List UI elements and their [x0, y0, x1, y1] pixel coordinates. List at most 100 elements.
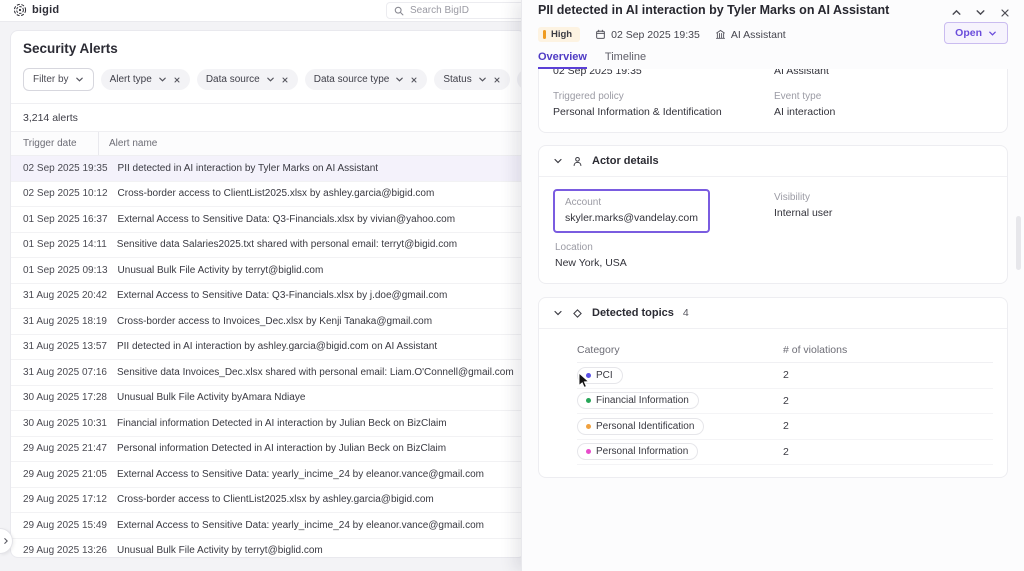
topic-row[interactable]: Personal Identification 2	[577, 414, 993, 440]
data-source: AI Assistant	[715, 29, 786, 41]
cell-trigger-date: 02 Sep 2025 10:12	[11, 188, 108, 199]
alert-row[interactable]: 29 Aug 2025 17:12Cross-border access to …	[11, 488, 525, 514]
alerts-count: 3,214 alerts	[11, 104, 525, 131]
cell-trigger-date: 01 Sep 2025 09:13	[11, 265, 108, 276]
chevron-down-icon[interactable]	[158, 75, 167, 84]
cell-trigger-date: 01 Sep 2025 14:11	[11, 239, 107, 250]
cell-alert-name: Cross-border access to ClientList2025.xl…	[107, 494, 525, 505]
cell-alert-name: External Access to Sensitive Data: yearl…	[107, 469, 525, 480]
cell-alert-name: External Access to Sensitive Data: Q3-Fi…	[107, 290, 525, 301]
cell-trigger-date: 30 Aug 2025 10:31	[11, 418, 107, 429]
chevron-right-icon	[2, 537, 10, 545]
alert-row[interactable]: 29 Aug 2025 15:49External Access to Sens…	[11, 513, 525, 539]
topics-table-header: Category # of violations	[577, 338, 993, 363]
alert-row[interactable]: 02 Sep 2025 19:35PII detected in AI inte…	[11, 156, 525, 182]
next-alert-button[interactable]	[973, 5, 988, 20]
filter-chip-alert-type[interactable]: Alert type	[101, 69, 190, 90]
alert-row[interactable]: 30 Aug 2025 10:31Financial information D…	[11, 411, 525, 437]
cell-alert-name: PII detected in AI interaction by Tyler …	[108, 163, 525, 174]
topic-row[interactable]: Financial Information 2	[577, 389, 993, 415]
cell-trigger-date: 29 Aug 2025 21:05	[11, 469, 107, 480]
alerts-table: 02 Sep 2025 19:35PII detected in AI inte…	[11, 156, 525, 558]
account-highlight-box: Account skyler.marks@vandelay.com	[553, 189, 710, 233]
alert-row[interactable]: 31 Aug 2025 20:42External Access to Sens…	[11, 284, 525, 310]
alert-row[interactable]: 01 Sep 2025 09:13Unusual Bulk File Activ…	[11, 258, 525, 284]
close-icon[interactable]	[997, 5, 1012, 20]
close-icon[interactable]	[173, 76, 181, 84]
event-type-label: Event type	[774, 91, 993, 102]
column-header-alert-name[interactable]: Alert name	[99, 138, 525, 149]
cell-alert-name: Cross-border access to ClientList2025.xl…	[108, 188, 525, 199]
account-value: skyler.marks@vandelay.com	[565, 212, 698, 224]
alert-row[interactable]: 02 Sep 2025 10:12Cross-border access to …	[11, 182, 525, 208]
filter-chip-status[interactable]: Status	[434, 69, 509, 90]
triggered-policy-value: Personal Information & Identification	[553, 106, 774, 118]
filter-by-dropdown[interactable]: Filter by	[23, 68, 94, 91]
account-label: Account	[565, 197, 698, 208]
category-pill[interactable]: Personal Identification	[577, 418, 704, 435]
cell-trigger-date: 01 Sep 2025 16:37	[11, 214, 108, 225]
building-icon	[715, 29, 726, 40]
close-icon[interactable]	[410, 76, 418, 84]
alert-row[interactable]: 29 Aug 2025 21:47Personal information De…	[11, 437, 525, 463]
topic-row[interactable]: Personal Information 2	[577, 440, 993, 466]
alert-summary-card: 02 Sep 2025 19:35 AI Assistant Triggered…	[538, 69, 1008, 133]
tab-timeline[interactable]: Timeline	[605, 51, 646, 69]
category-label: Personal Information	[596, 446, 688, 457]
chevron-down-icon[interactable]	[395, 75, 404, 84]
chevron-down-icon[interactable]	[478, 75, 487, 84]
cell-trigger-date: 29 Aug 2025 13:26	[11, 545, 107, 556]
category-pill[interactable]: Financial Information	[577, 392, 699, 409]
category-pill[interactable]: PCI	[577, 367, 623, 384]
cell-alert-name: Cross-border access to Invoices_Dec.xlsx…	[107, 316, 525, 327]
alert-row[interactable]: 30 Aug 2025 17:28Unusual Bulk File Activ…	[11, 386, 525, 412]
alert-row[interactable]: 29 Aug 2025 21:05External Access to Sens…	[11, 462, 525, 488]
panel-tabs: Overview Timeline	[538, 51, 646, 69]
alert-row[interactable]: 31 Aug 2025 13:57PII detected in AI inte…	[11, 335, 525, 361]
column-header-trigger-date[interactable]: Trigger date	[11, 132, 99, 155]
cell-alert-name: External Access to Sensitive Data: yearl…	[107, 520, 525, 531]
chip-label: Alert type	[110, 74, 152, 85]
severity-label: High	[551, 29, 572, 40]
alert-row[interactable]: 01 Sep 2025 16:37External Access to Sens…	[11, 207, 525, 233]
location-value: New York, USA	[555, 257, 993, 269]
visibility-label: Visibility	[774, 192, 993, 203]
column-header-violations: # of violations	[783, 344, 993, 356]
chevron-down-icon[interactable]	[266, 75, 275, 84]
alert-row[interactable]: 31 Aug 2025 07:16Sensitive data Invoices…	[11, 360, 525, 386]
close-icon[interactable]	[493, 76, 501, 84]
global-search[interactable]	[386, 2, 526, 19]
alert-row[interactable]: 01 Sep 2025 14:11Sensitive data Salaries…	[11, 233, 525, 259]
category-label: Financial Information	[596, 395, 689, 406]
fingerprint-logo-icon	[13, 3, 27, 17]
search-input[interactable]	[410, 5, 518, 16]
bigid-logo[interactable]: bigid	[13, 3, 59, 17]
cell-alert-name: Unusual Bulk File Activity by terryt@big…	[107, 545, 525, 556]
actor-details-header[interactable]: Actor details	[539, 146, 1007, 177]
alert-row[interactable]: 31 Aug 2025 18:19Cross-border access to …	[11, 309, 525, 335]
topic-row[interactable]: PCI 2	[577, 363, 993, 389]
event-type-value: AI interaction	[774, 106, 993, 118]
alert-row[interactable]: 29 Aug 2025 13:26Unusual Bulk File Activ…	[11, 539, 525, 559]
status-label: Open	[955, 27, 982, 39]
cell-trigger-date: 31 Aug 2025 18:19	[11, 316, 107, 327]
chevron-down-icon[interactable]	[553, 156, 563, 166]
chevron-down-icon[interactable]	[553, 308, 563, 318]
previous-alert-button[interactable]	[949, 5, 964, 20]
tab-overview[interactable]: Overview	[538, 51, 587, 69]
detected-topics-count: 4	[683, 307, 689, 319]
cell-alert-name: Personal information Detected in AI inte…	[107, 443, 525, 454]
cell-trigger-date: 31 Aug 2025 07:16	[11, 367, 107, 378]
column-header-category: Category	[577, 344, 783, 356]
filter-chip-data-source[interactable]: Data source	[197, 69, 298, 90]
status-dropdown-button[interactable]: Open	[944, 22, 1008, 44]
close-icon[interactable]	[281, 76, 289, 84]
category-pill[interactable]: Personal Information	[577, 443, 698, 460]
panel-scrollbar[interactable]	[1016, 216, 1021, 270]
filter-chip-data-source-type[interactable]: Data source type	[305, 69, 428, 90]
alert-detail-panel: PII detected in AI interaction by Tyler …	[521, 0, 1024, 571]
cell-alert-name: External Access to Sensitive Data: Q3-Fi…	[108, 214, 525, 225]
detected-topics-header[interactable]: Detected topics 4	[539, 298, 1007, 329]
detected-topics-card: Detected topics 4 Category # of violatio…	[538, 297, 1008, 478]
chip-label: Status	[443, 74, 471, 85]
